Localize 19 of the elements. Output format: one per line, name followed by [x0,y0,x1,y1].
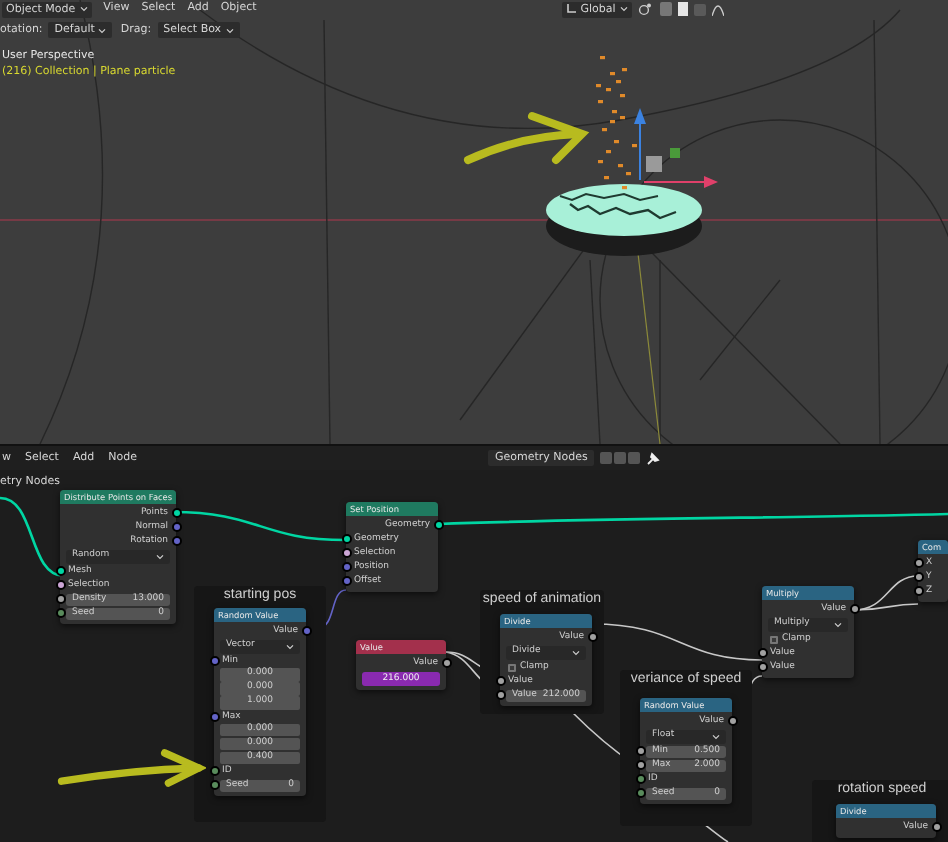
pivot-icon[interactable] [637,2,654,16]
chevron-down-icon [98,27,107,33]
pointer-arrow-drawing [464,112,590,164]
transform-gizmo-drawing [634,108,718,188]
chevron-down-icon [712,733,720,739]
chevron-down-icon [619,6,628,12]
falloff-curve-icon[interactable] [711,3,724,15]
chevron-down-icon [572,649,580,655]
node-link [0,496,65,578]
pin-icon[interactable] [645,451,660,465]
chevron-down-icon [156,553,164,559]
chevron-down-icon [225,27,234,33]
chevron-down-icon [79,6,88,12]
chevron-down-icon [834,621,842,627]
clamp-checkbox[interactable] [508,663,516,671]
axes-icon [566,4,577,14]
particles-drawing [596,56,637,190]
clamp-checkbox[interactable] [770,635,778,643]
chevron-down-icon [286,643,294,649]
